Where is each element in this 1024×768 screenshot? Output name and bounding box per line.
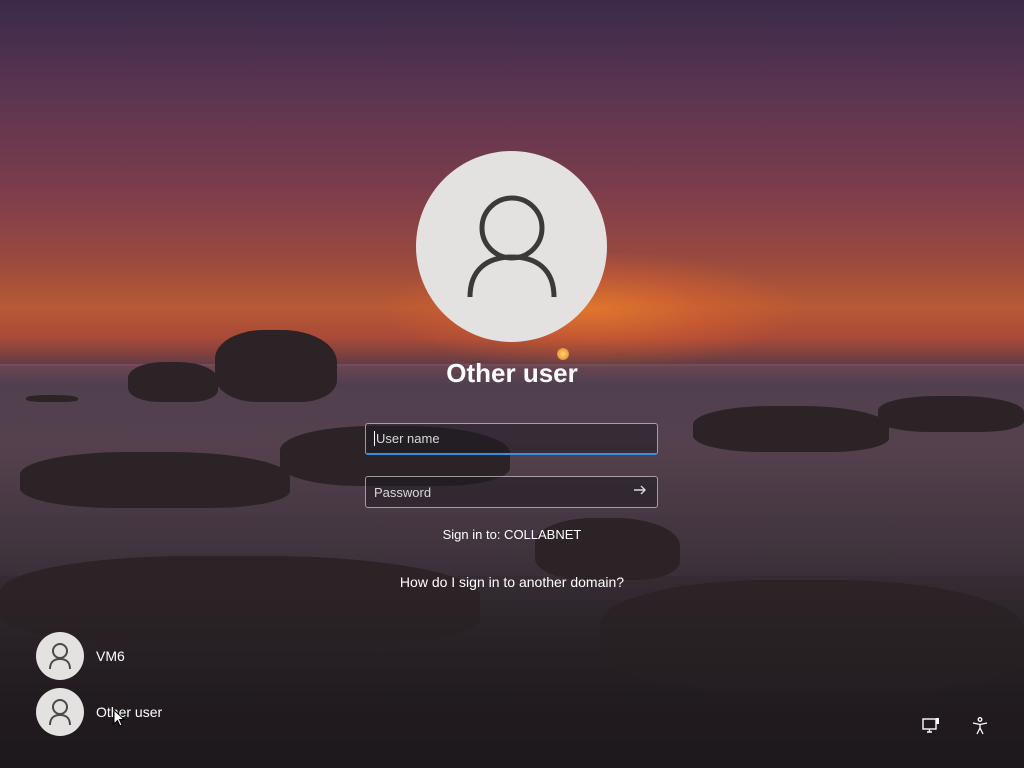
person-icon: [49, 643, 71, 670]
network-button[interactable]: [919, 714, 943, 738]
text-caret: [374, 431, 375, 446]
user-tile-other-user[interactable]: Other user: [36, 688, 162, 736]
accessibility-button[interactable]: [968, 714, 992, 738]
rock: [128, 362, 218, 402]
rock: [215, 330, 337, 402]
accessibility-icon: [972, 717, 988, 735]
username-placeholder: User name: [376, 431, 440, 446]
password-placeholder: Password: [374, 484, 432, 500]
person-icon: [49, 699, 71, 726]
person-icon: [467, 195, 556, 297]
mouse-cursor-icon: [113, 709, 125, 727]
password-field[interactable]: Password: [365, 476, 658, 508]
user-avatar-small: [36, 688, 84, 736]
network-icon: [922, 718, 939, 733]
foreground-rocks: [0, 600, 1024, 768]
rock: [693, 406, 889, 452]
user-tile-label: VM6: [96, 648, 125, 664]
submit-arrow-button[interactable]: [633, 483, 647, 501]
rock: [878, 396, 1024, 432]
rock: [26, 395, 78, 402]
arrow-right-icon: [634, 485, 646, 495]
username-title: Other user: [446, 358, 578, 388]
user-avatar: [416, 151, 607, 342]
user-avatar-small: [36, 632, 84, 680]
username-field[interactable]: User name: [365, 423, 658, 455]
rock: [20, 452, 290, 508]
lock-screen: Other user User name Password Sign in to…: [0, 0, 1024, 768]
another-domain-help-link[interactable]: How do I sign in to another domain?: [362, 574, 662, 590]
sign-in-domain-label: Sign in to: COLLABNET: [442, 527, 582, 542]
user-tile-label: Other user: [96, 704, 163, 720]
user-tile-vm6[interactable]: VM6: [36, 632, 125, 680]
